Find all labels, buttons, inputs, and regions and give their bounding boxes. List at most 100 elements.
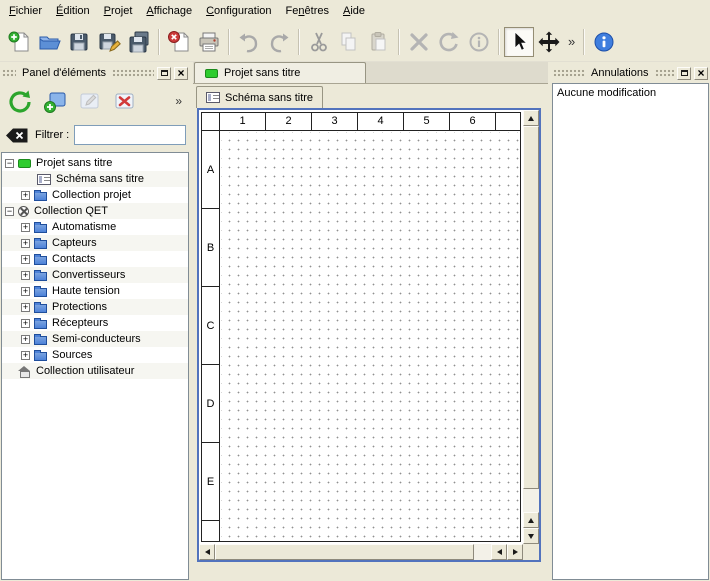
vertical-scroll-track[interactable] [523,126,539,512]
save-button[interactable] [64,27,94,57]
tree-item-convertisseurs[interactable]: Convertisseurs [2,267,188,283]
arrow-left-icon [497,549,502,555]
expand-expander-icon[interactable] [21,319,30,328]
home-icon [18,366,31,377]
horizontal-scroll-thumb[interactable] [215,544,474,560]
tree-item-label: Projet sans titre [36,157,112,169]
menu-label: Projet [104,5,133,17]
menu-fenetres[interactable]: Fenêtres [279,0,336,22]
collapse-expander-icon[interactable] [5,159,14,168]
filter-input[interactable] [74,125,186,145]
close-document-button[interactable] [164,27,194,57]
tree-item-projet-sans-titre[interactable]: Projet sans titre [2,155,188,171]
expand-expander-icon[interactable] [21,191,30,200]
select-arrow-icon [507,30,531,54]
diagram-canvas[interactable] [221,132,520,541]
elements-panel-titlebar[interactable]: Panel d'éléments × [2,65,188,81]
copy-icon [337,30,361,54]
tree-item-collection-utilisateur[interactable]: Collection utilisateur [2,363,188,379]
delete-element-button[interactable] [111,87,139,115]
about-qet-button[interactable] [589,27,619,57]
expand-expander-icon[interactable] [21,271,30,280]
menu-affichage[interactable]: Affichage [139,0,199,22]
undo-history-titlebar[interactable]: Annulations × [553,65,708,81]
scroll-left-button[interactable] [199,544,215,560]
dock-grip[interactable] [112,69,154,77]
dock-grip[interactable] [553,69,585,77]
folder-icon [34,336,47,345]
menu-label: Configuration [206,5,271,17]
expand-expander-icon[interactable] [21,255,30,264]
folder-icon [34,192,47,201]
vertical-scroll-thumb[interactable] [523,126,539,489]
new-element-button[interactable] [41,87,69,115]
open-project-button[interactable] [34,27,64,57]
expand-expander-icon[interactable] [21,335,30,344]
clear-filter-button[interactable] [4,126,30,144]
move-cross-icon [537,30,561,54]
panel-toolbar-overflow-chevron[interactable]: » [175,94,184,108]
dock-float-button[interactable] [677,67,691,80]
expand-expander-icon[interactable] [21,223,30,232]
rotate-button [434,27,464,57]
save-as-icon [97,30,121,54]
collapse-expander-icon[interactable] [5,207,14,216]
select-mode-button[interactable] [504,27,534,57]
print-button[interactable] [194,27,224,57]
close-document-icon [167,30,191,54]
schema-tab-label: Schéma sans titre [225,92,313,104]
tree-item-contacts[interactable]: Contacts [2,251,188,267]
menu-fichier[interactable]: Fichier [2,0,49,22]
tree-item-haute-tension[interactable]: Haute tension [2,283,188,299]
dock-close-button[interactable]: × [174,67,188,80]
tree-item-collection-qet[interactable]: Collection QET [2,203,188,219]
tree-item-capteurs[interactable]: Capteurs [2,235,188,251]
tree-item-collection-projet[interactable]: Collection projet [2,187,188,203]
horizontal-scrollbar[interactable] [199,544,523,560]
column-ruler-filler [496,113,520,130]
undo-history-empty-message: Aucune modification [557,87,704,99]
reload-collections-button[interactable] [6,87,34,115]
expand-expander-icon[interactable] [21,239,30,248]
scroll-down-button[interactable] [523,528,539,544]
scroll-up-button[interactable] [523,110,539,126]
paste-button [364,27,394,57]
tree-item-recepteurs[interactable]: Récepteurs [2,315,188,331]
dock-grip[interactable] [655,69,675,77]
expand-expander-icon[interactable] [21,351,30,360]
tree-item-label: Récepteurs [52,317,108,329]
new-document-button[interactable] [4,27,34,57]
expand-expander-icon[interactable] [21,303,30,312]
scroll-up-button-bottom[interactable] [523,512,539,528]
menu-label: Fichier [9,5,42,17]
tree-item-semi-conducteurs[interactable]: Semi-conducteurs [2,331,188,347]
expand-expander-icon[interactable] [21,287,30,296]
folder-icon [34,288,47,297]
schema-tab[interactable]: Schéma sans titre [196,86,323,108]
menu-aide[interactable]: Aide [336,0,372,22]
undo-history-list[interactable]: Aucune modification [552,83,709,580]
tree-item-schema-sans-titre[interactable]: Schéma sans titre [2,171,188,187]
tree-item-sources[interactable]: Sources [2,347,188,363]
menu-configuration[interactable]: Configuration [199,0,278,22]
dock-float-button[interactable] [157,67,171,80]
toolbar-overflow-chevron[interactable]: » [564,34,579,49]
save-as-button[interactable] [94,27,124,57]
pan-mode-button[interactable] [534,27,564,57]
tree-item-automatisme[interactable]: Automatisme [2,219,188,235]
project-tab[interactable]: Projet sans titre [194,62,366,83]
menu-edition[interactable]: Édition [49,0,97,22]
dock-grip[interactable] [2,69,16,77]
vertical-scrollbar[interactable] [523,110,539,544]
horizontal-scroll-track[interactable] [215,544,491,560]
row-header-cell: E [202,443,219,521]
dock-close-button[interactable]: × [694,67,708,80]
elements-tree[interactable]: Projet sans titre Schéma sans titre Coll… [1,152,189,580]
tree-item-protections[interactable]: Protections [2,299,188,315]
scroll-right-button[interactable] [507,544,523,560]
tree-item-label: Automatisme [52,221,116,233]
scroll-left-button-right[interactable] [491,544,507,560]
menu-projet[interactable]: Projet [97,0,140,22]
save-all-button[interactable] [124,27,154,57]
tree-item-label: Capteurs [52,237,97,249]
